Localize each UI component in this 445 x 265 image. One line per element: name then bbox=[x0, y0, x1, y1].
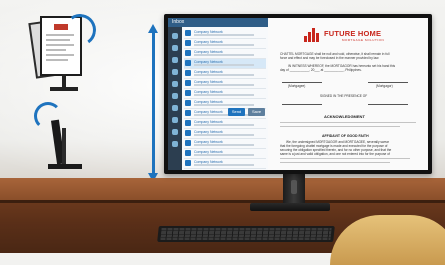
mortgagee-label: (Mortgagee) bbox=[288, 84, 306, 88]
mail-list-item[interactable]: Company Network bbox=[184, 119, 266, 129]
affidavit-heading: AFFIDAVIT OF GOOD FAITH bbox=[322, 134, 369, 138]
sender-avatar bbox=[185, 140, 191, 146]
mail-list-item[interactable]: Company Network bbox=[184, 129, 266, 139]
monitor-stand-base bbox=[250, 203, 330, 211]
mini-text-line bbox=[46, 44, 74, 46]
settings-icon[interactable] bbox=[172, 117, 178, 123]
desk-edge bbox=[0, 200, 445, 203]
mail-list-item[interactable]: Company Network bbox=[184, 79, 266, 89]
tasks-icon[interactable] bbox=[172, 69, 178, 75]
contacts-icon[interactable] bbox=[172, 57, 178, 63]
tilt-stand bbox=[62, 128, 66, 166]
mail-list: Company Network Company Network Company Ne… bbox=[182, 27, 268, 170]
message-preview bbox=[194, 64, 254, 66]
signature-line bbox=[368, 82, 408, 83]
sender-avatar bbox=[185, 110, 191, 116]
house-logo-icon bbox=[304, 28, 322, 42]
doc-paragraph: force and effect and may be foreclosed i… bbox=[280, 56, 380, 60]
message-preview bbox=[194, 164, 254, 166]
signature-line bbox=[282, 104, 322, 105]
mail-list-item[interactable]: Company Network bbox=[184, 69, 266, 79]
mail-nav-rail bbox=[168, 27, 182, 170]
arrow-shaft bbox=[152, 32, 155, 174]
mail-list-item[interactable]: Company Network bbox=[184, 139, 266, 149]
sender-avatar bbox=[185, 150, 191, 156]
message-preview bbox=[194, 144, 254, 146]
sender-avatar bbox=[185, 50, 191, 56]
desk-top bbox=[0, 178, 445, 200]
doc-text-line bbox=[280, 158, 410, 160]
sender-avatar bbox=[185, 80, 191, 86]
sender-avatar bbox=[185, 60, 191, 66]
height-adjust-arrow-icon bbox=[148, 24, 158, 182]
calendar-icon[interactable] bbox=[172, 45, 178, 51]
mail-list-item[interactable]: Company Network bbox=[184, 29, 266, 39]
mail-list-item[interactable]: Company Network bbox=[184, 39, 266, 49]
sender-avatar bbox=[185, 70, 191, 76]
save-button[interactable]: Save bbox=[248, 108, 265, 116]
message-preview bbox=[194, 124, 254, 126]
sender-avatar bbox=[185, 90, 191, 96]
document-viewer: FUTURE HOME MORTGAGE SOLUTION CHATTEL MO… bbox=[268, 18, 428, 170]
doc-paragraph: day of ___________, 20___ at ___________… bbox=[280, 68, 362, 72]
doc-text-line bbox=[280, 162, 390, 164]
mail-toolbar: Send Save bbox=[228, 108, 266, 118]
monitor-screen: Inbox Company Network Company Network Comp… bbox=[168, 18, 428, 170]
acknowledgment-heading: ACKNOWLEDGMENT bbox=[324, 114, 365, 119]
user-icon[interactable] bbox=[172, 141, 178, 147]
help-icon[interactable] bbox=[172, 129, 178, 135]
message-preview bbox=[194, 74, 254, 76]
message-preview bbox=[194, 34, 254, 36]
mini-text-line bbox=[46, 54, 74, 56]
mail-app: Inbox Company Network Company Network Comp… bbox=[168, 18, 268, 170]
doc-text-line bbox=[280, 126, 400, 128]
signature-line bbox=[368, 104, 408, 105]
message-preview bbox=[194, 154, 254, 156]
cable-slot bbox=[291, 180, 297, 194]
witness-heading: SIGNED IN THE PRESENCE OF bbox=[320, 94, 368, 98]
brand-tagline: MORTGAGE SOLUTION bbox=[342, 38, 385, 42]
pivot-illustration bbox=[18, 11, 99, 92]
mortgagor-label: (Mortgagor) bbox=[376, 84, 393, 88]
signature-line bbox=[282, 82, 322, 83]
pivot-stand bbox=[62, 74, 66, 88]
brand-name: FUTURE HOME bbox=[324, 29, 382, 38]
doc-text-line bbox=[280, 122, 416, 124]
monitor: Inbox Company Network Company Network Comp… bbox=[164, 14, 432, 174]
sender-avatar bbox=[185, 160, 191, 166]
tilt-base bbox=[48, 164, 82, 169]
doc-paragraph: same is a just and valid obligation, and… bbox=[280, 152, 390, 156]
search-icon[interactable] bbox=[172, 105, 178, 111]
sender-avatar bbox=[185, 30, 191, 36]
mini-text-line bbox=[46, 59, 68, 61]
keyboard-keys bbox=[160, 228, 332, 240]
mail-icon[interactable] bbox=[172, 33, 178, 39]
mail-topbar: Inbox bbox=[168, 18, 268, 27]
sender-avatar bbox=[185, 130, 191, 136]
mail-list-item[interactable]: Company Network bbox=[184, 49, 266, 59]
mini-text-line bbox=[46, 49, 66, 51]
message-preview bbox=[194, 84, 254, 86]
pivot-base bbox=[50, 87, 78, 91]
message-preview bbox=[194, 104, 254, 106]
send-button[interactable]: Send bbox=[228, 108, 245, 116]
mail-list-item[interactable]: Company Network bbox=[184, 59, 266, 69]
message-preview bbox=[194, 54, 254, 56]
mail-list-item[interactable]: Company Network bbox=[184, 159, 266, 169]
sender-avatar bbox=[185, 40, 191, 46]
message-preview bbox=[194, 134, 254, 136]
folder-icon[interactable] bbox=[172, 93, 178, 99]
message-preview bbox=[194, 94, 254, 96]
sender-avatar bbox=[185, 120, 191, 126]
message-preview bbox=[194, 44, 254, 46]
tilt-illustration bbox=[28, 100, 88, 175]
mail-title: Inbox bbox=[172, 19, 185, 25]
mail-list-item[interactable]: Company Network bbox=[184, 149, 266, 159]
notes-icon[interactable] bbox=[172, 81, 178, 87]
sender-avatar bbox=[185, 100, 191, 106]
keyboard bbox=[157, 226, 335, 242]
mail-list-item[interactable]: Company Network bbox=[184, 89, 266, 99]
